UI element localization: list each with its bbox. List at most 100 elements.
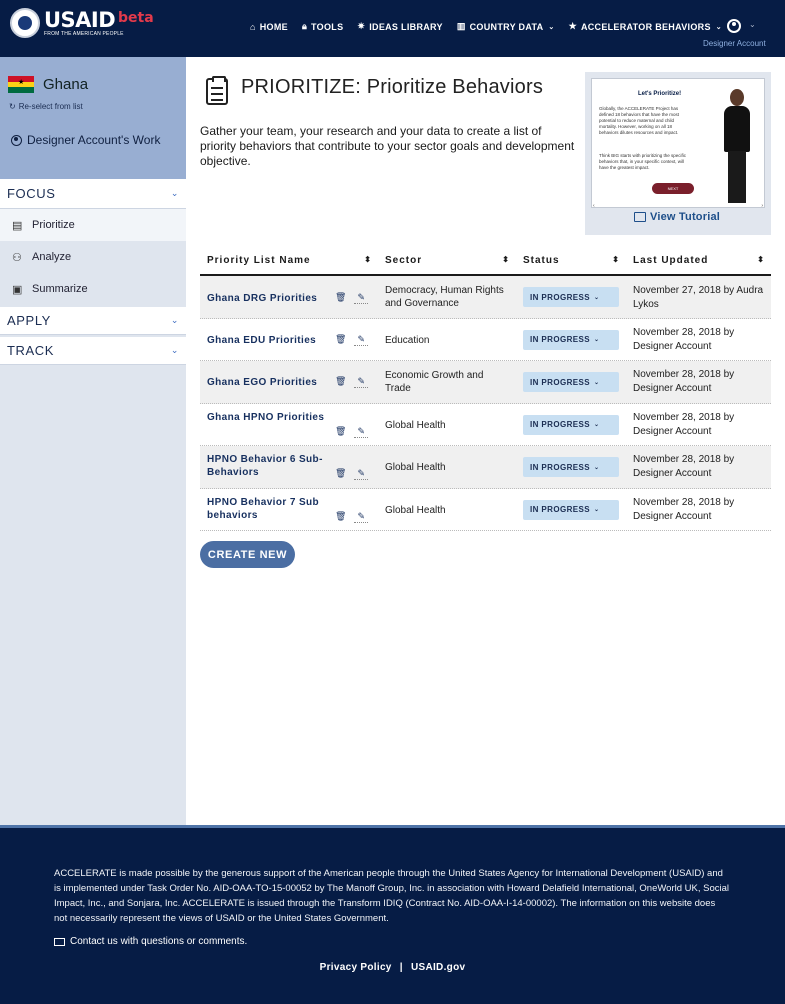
home-icon: ⌂ (250, 21, 256, 32)
column-header-sector[interactable]: Sector ⬍ (385, 255, 509, 266)
chevron-down-icon: ⌄ (593, 422, 600, 428)
pencil-icon[interactable]: ✎ (354, 376, 368, 388)
table-row: HPNO Behavior 6 Sub-Behaviors 🗑︎ ✎ Global… (200, 446, 771, 489)
lightbulb-icon: ✷ (357, 21, 366, 31)
priority-list-link[interactable]: Ghana DRG Priorities (207, 292, 329, 305)
sidebar-section-track[interactable]: TRACK ⌄ (0, 337, 186, 365)
logo-tagline: FROM THE AMERICAN PEOPLE (44, 30, 124, 37)
sort-icon: ⬍ (364, 255, 371, 264)
status-dropdown[interactable]: IN PROGRESS ⌄ (523, 414, 619, 435)
tutorial-body-2: Think BIG starts with prioritizing the s… (599, 153, 687, 170)
footer-links: Privacy Policy | USAID.gov (0, 962, 785, 973)
chevron-down-icon: ⌄ (170, 345, 179, 355)
status-dropdown[interactable]: IN PROGRESS ⌄ (523, 287, 619, 307)
user-work-link[interactable]: Designer Account's Work (11, 133, 160, 147)
summary-icon: ▣ (12, 283, 23, 296)
pencil-icon[interactable]: ✎ (354, 468, 368, 480)
trash-icon[interactable]: 🗑︎ (335, 511, 346, 523)
chevron-down-icon: ⌄ (548, 23, 555, 31)
nav-accelerator-behaviors[interactable]: ★ ACCELERATOR BEHAVIORS ⌄ (569, 21, 722, 32)
clipboard-list-icon: ▤ (12, 219, 23, 232)
account-label[interactable]: Designer Account (703, 39, 766, 48)
chevron-left-icon[interactable]: ‹ (593, 203, 595, 209)
last-updated-cell: November 28, 2018 by Designer Account (633, 369, 735, 394)
chevron-right-icon[interactable]: › (761, 203, 763, 209)
nav-ideas-library[interactable]: ✷ IDEAS LIBRARY (357, 21, 442, 32)
trash-icon[interactable]: 🗑︎ (335, 376, 346, 388)
pencil-icon[interactable]: ✎ (354, 292, 368, 304)
status-dropdown[interactable]: IN PROGRESS ⌄ (523, 499, 619, 520)
chevron-down-icon[interactable]: ⌄ (749, 20, 756, 29)
page-title: PRIORITIZE: Prioritize Behaviors (241, 76, 544, 98)
sort-icon: ⬍ (612, 255, 619, 264)
table-row: Ghana DRG Priorities 🗑︎ ✎ Democracy, Huma… (200, 276, 771, 319)
trash-icon[interactable]: 🗑︎ (335, 468, 346, 480)
status-dropdown[interactable]: IN PROGRESS ⌄ (523, 329, 619, 350)
nav-tools[interactable]: 🔒︎ TOOLS (302, 21, 343, 32)
star-icon: ★ (568, 21, 577, 31)
footer-separator: | (399, 962, 403, 973)
privacy-policy-link[interactable]: Privacy Policy (320, 962, 392, 973)
sort-icon: ⬍ (502, 255, 509, 264)
status-dropdown[interactable]: IN PROGRESS ⌄ (523, 457, 619, 477)
sector-cell: Global Health (385, 462, 446, 473)
tutorial-heading: Let's Prioritize! (638, 91, 682, 97)
tutorial-next-button[interactable]: NEXT (652, 183, 694, 194)
sector-cell: Education (385, 334, 430, 346)
sector-cell: Global Health (385, 419, 446, 431)
chevron-down-icon: ⌄ (593, 379, 600, 386)
user-account-icon[interactable] (727, 19, 741, 33)
pencil-icon[interactable]: ✎ (354, 426, 368, 438)
pencil-icon[interactable]: ✎ (354, 511, 368, 523)
view-tutorial-link[interactable]: View Tutorial (634, 211, 720, 223)
trash-icon[interactable]: 🗑︎ (335, 426, 346, 438)
last-updated-cell: November 27, 2018 by Audra Lykos (633, 285, 764, 310)
user-circle-icon (11, 134, 22, 146)
priority-list-link[interactable]: Ghana EGO Priorities (207, 376, 329, 389)
priority-list-link[interactable]: Ghana HPNO Priorities (207, 411, 333, 424)
sidebar-item-prioritize[interactable]: ▤ Prioritize (0, 209, 186, 241)
pencil-icon[interactable]: ✎ (354, 334, 368, 346)
reselect-country-link[interactable]: ↻ Re-select from list (9, 102, 83, 111)
top-navbar: USAID FROM THE AMERICAN PEOPLE beta ⌂ HOM… (0, 0, 785, 57)
ghana-flag-icon (8, 76, 34, 93)
priority-list-link[interactable]: Ghana EDU Priorities (207, 334, 329, 347)
sidebar-section-focus[interactable]: FOCUS ⌄ (0, 179, 186, 209)
beta-badge: beta (118, 10, 154, 26)
chevron-down-icon: ⌄ (593, 464, 600, 471)
sidebar-item-summarize[interactable]: ▣ Summarize (0, 273, 186, 305)
create-new-button[interactable]: CREATE NEW (200, 541, 295, 568)
people-network-icon: ⚇ (12, 251, 22, 264)
country-card: Ghana ↻Re-select from list Designer Acco… (0, 57, 186, 179)
sidebar: Ghana ↻Re-select from list Designer Acco… (0, 57, 186, 825)
column-header-name[interactable]: Priority List Name ⬍ (207, 255, 371, 266)
nav-home[interactable]: ⌂ HOME (250, 21, 288, 32)
trash-icon[interactable]: 🗑︎ (335, 334, 346, 346)
sector-cell: Global Health (385, 504, 446, 516)
tutorial-scrollbar[interactable]: ‹ › (591, 203, 765, 209)
last-updated-cell: November 28, 2018 by Designer Account (633, 454, 735, 479)
tutorial-slide[interactable]: Let's Prioritize! Globally, the ACCELERA… (591, 78, 765, 208)
footer-disclaimer: ACCELERATE is made possible by the gener… (54, 868, 730, 924)
trash-icon[interactable]: 🗑︎ (335, 292, 346, 304)
tutorial-body: Globally, the ACCELERATE Project has def… (599, 106, 680, 135)
sidebar-section-apply[interactable]: APPLY ⌄ (0, 307, 186, 335)
table-row: Ghana EGO Priorities 🗑︎ ✎ Economic Growth… (200, 361, 771, 404)
sidebar-item-analyze[interactable]: ⚇ Analyze (0, 241, 186, 273)
clipboard-list-icon (206, 76, 228, 105)
contact-link[interactable]: Contact us with questions or comments. (54, 936, 247, 947)
table-row: Ghana HPNO Priorities 🗑︎ ✎ Global Health … (200, 404, 771, 446)
chevron-down-icon: ⌄ (715, 23, 722, 31)
last-updated-cell: November 28, 2018 by Designer Account (633, 411, 735, 437)
priority-list-link[interactable]: HPNO Behavior 7 Sub behaviors (207, 496, 329, 522)
nav-country-data[interactable]: ▥ COUNTRY DATA ⌄ (457, 21, 555, 32)
chevron-down-icon: ⌄ (170, 315, 179, 325)
column-header-last-updated[interactable]: Last Updated ⬍ (633, 255, 764, 266)
usaid-seal-icon (10, 8, 40, 38)
usaid-logo[interactable]: USAID FROM THE AMERICAN PEOPLE (10, 8, 124, 38)
column-header-status[interactable]: Status ⬍ (523, 255, 619, 266)
refresh-icon: ↻ (9, 102, 16, 111)
priority-list-link[interactable]: HPNO Behavior 6 Sub-Behaviors (207, 453, 329, 479)
usaid-gov-link[interactable]: USAID.gov (411, 962, 465, 973)
status-dropdown[interactable]: IN PROGRESS ⌄ (523, 372, 619, 392)
